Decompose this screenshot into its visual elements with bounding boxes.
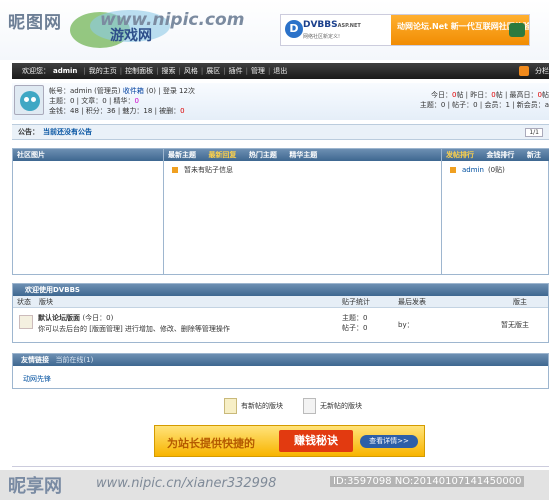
user-panel: 帐号：admin (管理员) 收件箱 (0) | 登录 12次 主题：0 | 文…: [12, 83, 549, 120]
nav-item-search[interactable]: 搜索: [162, 66, 176, 76]
community-images-title: 社区图片: [13, 149, 163, 161]
friend-links-panel: 友情链接 当前在线(1) 动网先锋: [12, 353, 549, 389]
announcement-bar: 公告： 当前还没有公告 1/1: [12, 124, 549, 140]
user-topic-stats: 主题：0 | 文章：0 | 精华：: [49, 97, 135, 105]
watermark-url: www.nipic.com: [100, 10, 245, 30]
community-images-panel: 社区图片: [13, 149, 164, 274]
latest-topics-panel: 最新主题 最新回复 热门主题 精华主题 暂未有贴子信息: [164, 149, 442, 274]
promo-banner[interactable]: 为站长提供快捷的 赚钱秘诀 查看详情>>: [154, 425, 425, 457]
forum-name-link[interactable]: 默认论坛版面: [38, 314, 80, 322]
inbox-count: (0): [146, 87, 157, 95]
watermark-bottom-logo: 昵享网: [8, 476, 62, 497]
ranking-tabs: 发帖排行 金钱排行 新注册: [442, 149, 549, 171]
announcement-pager[interactable]: 1/1: [525, 128, 543, 137]
nav-item-control-panel[interactable]: 控制面板: [125, 66, 153, 76]
watermark-bottom-url: www.nipic.cn/xianer332998: [96, 476, 277, 491]
main-nav: 欢迎您： admin | 我的主页 | 控制面板 | 搜索 | 风格 | 展区 …: [12, 63, 549, 79]
tab-digest-topics[interactable]: 精华主题: [289, 151, 317, 159]
forum-stats-cell: 主题：0 帖子：0: [342, 313, 367, 333]
online-count[interactable]: 当前在线(1): [55, 356, 93, 364]
avatar-face-icon: [20, 91, 40, 111]
col-moderator: 版主: [513, 298, 527, 306]
forum-last-post: by：: [398, 321, 414, 329]
forum-topic-count: 主题：0: [342, 314, 368, 322]
ranking-user-count: (0贴): [487, 166, 505, 174]
watermark-logo: 昵图网: [8, 13, 62, 33]
info-panels: 社区图片 最新主题 最新回复 热门主题 精华主题 暂未有贴子信息 发帖排行 金钱…: [12, 148, 549, 275]
forum-description: 你可以去后台的 [版面管理] 进行增加、修改、删除等管理操作: [38, 325, 230, 333]
nav-welcome: 欢迎您：: [22, 67, 50, 75]
nav-username[interactable]: admin: [53, 67, 77, 75]
user-account: 帐号：admin (管理员): [49, 87, 121, 95]
nav-item-gallery[interactable]: 展区: [206, 66, 220, 76]
nav-item-style[interactable]: 风格: [184, 66, 198, 76]
watermark-id: ID:3597098 NO:20140107141450000: [330, 476, 525, 487]
banner-brand-name: DVBBS: [303, 20, 338, 30]
tab-money-ranking[interactable]: 金钱排行: [486, 151, 514, 159]
forum-list-header: 状态 版块 贴子统计 最后发表 版主: [13, 296, 548, 308]
forum-stats: 今日：0帖 | 昨日：0帖 | 最高日：0帖 主题：0 | 帖子：0 | 会员：…: [419, 91, 549, 109]
tab-latest-topics[interactable]: 最新主题: [168, 151, 196, 159]
site-header: 游戏网 昵图网 www.nipic.com D DVBBSASP.NET 网络社…: [0, 0, 549, 60]
no-new-posts-icon: [303, 398, 316, 414]
banner-promo: 动网论坛.Net 新一代互联网社区体验: [391, 15, 529, 45]
login-count: | 登录 12次: [158, 87, 195, 95]
forum-list: 欢迎使用DVBBS 状态 版块 贴子统计 最后发表 版主 默认论坛版面 (今日：…: [12, 283, 549, 343]
forum-post-count: 帖子：0: [342, 324, 368, 332]
promo-banner-highlight: 赚钱秘诀: [279, 430, 353, 452]
topic-tabs: 最新主题 最新回复 热门主题 精华主题: [164, 149, 441, 161]
legend-new: 有新帖的版块: [241, 402, 283, 410]
no-posts-text: 暂未有贴子信息: [184, 166, 233, 174]
tab-hot-topics[interactable]: 热门主题: [249, 151, 277, 159]
table-row: 默认论坛版面 (今日：0) 你可以去后台的 [版面管理] 进行增加、修改、删除等…: [13, 308, 548, 342]
forum-moderator: 暂无版主: [501, 321, 529, 329]
ranking-panel: 发帖排行 金钱排行 新注册 admin (0贴): [442, 149, 549, 274]
inbox-link[interactable]: 收件箱: [123, 87, 144, 95]
tab-latest-replies[interactable]: 最新回复: [208, 151, 236, 159]
list-item: 暂未有贴子信息: [172, 165, 233, 175]
nav-split-view[interactable]: 分栏: [535, 66, 549, 76]
list-item: admin (0贴): [450, 165, 505, 175]
tab-post-ranking[interactable]: 发帖排行: [446, 151, 474, 159]
user-money-stats: 金钱：48 | 积分：36 | 魅力：18 | 被删：: [49, 107, 181, 115]
forum-list-title: 欢迎使用DVBBS: [13, 284, 548, 296]
nav-item-home[interactable]: 我的主页: [89, 66, 117, 76]
new-posts-icon: [224, 398, 237, 414]
board-legend: 有新帖的版块 无新帖的版块: [224, 398, 382, 414]
promo-banner-text: 为站长提供快捷的: [167, 437, 255, 450]
promo-badge-icon: [509, 23, 525, 37]
nav-item-plugins[interactable]: 插件: [229, 66, 243, 76]
announcement-text[interactable]: 当前还没有公告: [43, 127, 92, 137]
bullet-icon: [172, 167, 178, 173]
bullet-icon: [450, 167, 456, 173]
ranking-user-link[interactable]: admin: [462, 166, 484, 174]
promo-details-button[interactable]: 查看详情>>: [360, 435, 418, 448]
nav-item-logout[interactable]: 退出: [273, 66, 287, 76]
rss-icon[interactable]: [519, 66, 529, 76]
announcement-label: 公告：: [18, 128, 39, 136]
friend-link[interactable]: 动网先锋: [13, 366, 548, 392]
forum-status-icon: [19, 315, 33, 329]
banner-ad[interactable]: D DVBBSASP.NET 网络社区新定义! 动网论坛.Net 新一代互联网社…: [280, 14, 530, 46]
footer-divider: [12, 466, 549, 467]
forum-today-count: (今日：0): [82, 314, 114, 322]
nav-item-admin[interactable]: 管理: [251, 66, 265, 76]
col-status: 状态: [17, 298, 31, 306]
user-deleted-count: 0: [180, 107, 185, 115]
friend-links-title: 友情链接: [21, 356, 49, 364]
forum-totals: 主题：0 | 帖子：0 | 会员：1 | 新会员：a: [419, 101, 549, 109]
banner-brand: D DVBBSASP.NET 网络社区新定义!: [281, 15, 391, 45]
banner-brand-suffix: ASP.NET: [337, 23, 361, 29]
user-digest-count: 0: [134, 97, 139, 105]
user-info: 帐号：admin (管理员) 收件箱 (0) | 登录 12次 主题：0 | 文…: [49, 86, 195, 116]
col-last-post: 最后发表: [398, 298, 426, 306]
banner-brand-sub: 网络社区新定义!: [303, 34, 341, 40]
col-stats: 贴子统计: [342, 298, 370, 306]
col-board: 版块: [39, 298, 53, 306]
avatar[interactable]: [14, 85, 44, 115]
dvbbs-logo-icon: D: [285, 20, 303, 38]
legend-none: 无新帖的版块: [320, 402, 362, 410]
